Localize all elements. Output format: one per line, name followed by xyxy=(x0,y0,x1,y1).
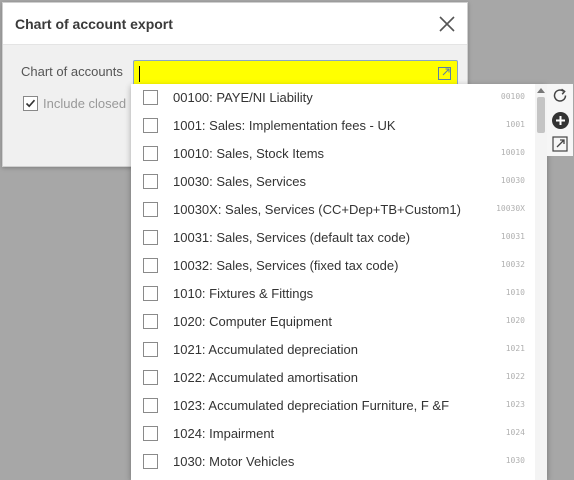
account-label: 10032: Sales, Services (fixed tax code) xyxy=(173,258,399,273)
account-checkbox[interactable] xyxy=(143,314,158,329)
account-code: 1024 xyxy=(505,428,525,437)
account-list-item[interactable]: 10030X: Sales, Services (CC+Dep+TB+Custo… xyxy=(131,196,531,224)
open-external-button[interactable] xyxy=(549,133,571,155)
account-list-item[interactable]: 10031: Sales, Services (default tax code… xyxy=(131,224,531,252)
account-label: 1001: Sales: Implementation fees - UK xyxy=(173,118,396,133)
chart-of-accounts-input[interactable] xyxy=(133,60,458,87)
scroll-up-icon[interactable] xyxy=(537,87,545,93)
account-code: 1023 xyxy=(505,400,525,409)
account-label: 1024: Impairment xyxy=(173,426,275,441)
account-code: 1010 xyxy=(505,288,525,297)
account-checkbox[interactable] xyxy=(143,146,158,161)
account-label: 1010: Fixtures & Fittings xyxy=(173,286,314,301)
account-label: 10031: Sales, Services (default tax code… xyxy=(173,230,411,245)
account-label: 1023: Accumulated depreciation Furniture… xyxy=(173,398,450,413)
account-list-item[interactable]: 1030: Motor Vehicles 1030 xyxy=(131,448,531,476)
open-external-icon xyxy=(552,136,568,152)
account-code: 10030X xyxy=(496,204,525,213)
account-checkbox[interactable] xyxy=(143,426,158,441)
account-checkbox[interactable] xyxy=(143,370,158,385)
account-code: 1020 xyxy=(505,316,525,325)
account-checkbox[interactable] xyxy=(143,454,158,469)
open-lookup-button[interactable] xyxy=(437,66,452,81)
open-external-icon xyxy=(438,67,451,80)
account-label: 1020: Computer Equipment xyxy=(173,314,332,329)
account-checkbox[interactable] xyxy=(143,258,158,273)
include-closed-checkbox[interactable] xyxy=(23,96,38,111)
account-checkbox[interactable] xyxy=(143,118,158,133)
add-button[interactable] xyxy=(549,109,571,131)
account-list-item[interactable]: 10032: Sales, Services (fixed tax code) 1… xyxy=(131,252,531,280)
account-label: 00100: PAYE/NI Liability xyxy=(173,90,313,105)
account-list-item[interactable]: 1022: Accumulated amortisation 1022 xyxy=(131,364,531,392)
account-label: 10030X: Sales, Services (CC+Dep+TB+Custo… xyxy=(173,202,461,217)
account-list-item[interactable]: 1023: Accumulated depreciation Furniture… xyxy=(131,392,531,420)
account-checkbox[interactable] xyxy=(143,286,158,301)
account-list-item[interactable]: 1021: Accumulated depreciation 1021 xyxy=(131,336,531,364)
account-code: 10010 xyxy=(500,148,525,157)
account-list-item[interactable]: 00100: PAYE/NI Liability 00100 xyxy=(131,84,531,112)
account-checkbox[interactable] xyxy=(143,342,158,357)
account-list-item[interactable]: 10010: Sales, Stock Items 10010 xyxy=(131,140,531,168)
account-list-item[interactable]: 1010: Fixtures & Fittings 1010 xyxy=(131,280,531,308)
account-code: 1001 xyxy=(505,120,525,129)
dialog-header: Chart of account export xyxy=(3,3,467,45)
account-code: 10031 xyxy=(500,232,525,241)
account-checkbox[interactable] xyxy=(143,398,158,413)
account-checkbox[interactable] xyxy=(143,202,158,217)
account-checkbox[interactable] xyxy=(143,230,158,245)
refresh-icon xyxy=(553,88,567,102)
include-closed-label: Include closed xyxy=(43,96,127,111)
account-code: 00100 xyxy=(500,92,525,101)
account-label: 1021: Accumulated depreciation xyxy=(173,342,359,357)
dialog-title: Chart of account export xyxy=(15,16,173,32)
scroll-thumb[interactable] xyxy=(537,97,545,133)
account-list-item[interactable]: 1001: Sales: Implementation fees - UK 100… xyxy=(131,112,531,140)
account-code: 10030 xyxy=(500,176,525,185)
account-list-item[interactable]: 1020: Computer Equipment 1020 xyxy=(131,308,531,336)
account-code: 1030 xyxy=(505,456,525,465)
account-checkbox[interactable] xyxy=(143,174,158,189)
dropdown-side-tools xyxy=(547,84,573,156)
account-checkbox[interactable] xyxy=(143,90,158,105)
account-code: 1022 xyxy=(505,372,525,381)
checkmark-icon xyxy=(25,99,36,108)
chart-of-accounts-label: Chart of accounts xyxy=(21,64,123,79)
account-list-item[interactable]: 1024: Impairment 1024 xyxy=(131,420,531,448)
refresh-button[interactable] xyxy=(549,85,571,107)
close-icon xyxy=(439,16,455,32)
account-code: 10032 xyxy=(500,260,525,269)
account-label: 1022: Accumulated amortisation xyxy=(173,370,358,385)
dropdown-scrollbar[interactable] xyxy=(535,84,547,480)
chart-of-accounts-dropdown: 00100: PAYE/NI Liability 00100 1001: Sales… xyxy=(131,84,547,480)
account-code: 1021 xyxy=(505,344,525,353)
account-label: 10030: Sales, Services xyxy=(173,174,306,189)
text-caret xyxy=(139,66,140,82)
add-circle-icon xyxy=(551,111,569,129)
close-button[interactable] xyxy=(437,14,457,34)
account-list-item[interactable]: 10030: Sales, Services 10030 xyxy=(131,168,531,196)
account-label: 1030: Motor Vehicles xyxy=(173,454,295,469)
account-label: 10010: Sales, Stock Items xyxy=(173,146,325,161)
